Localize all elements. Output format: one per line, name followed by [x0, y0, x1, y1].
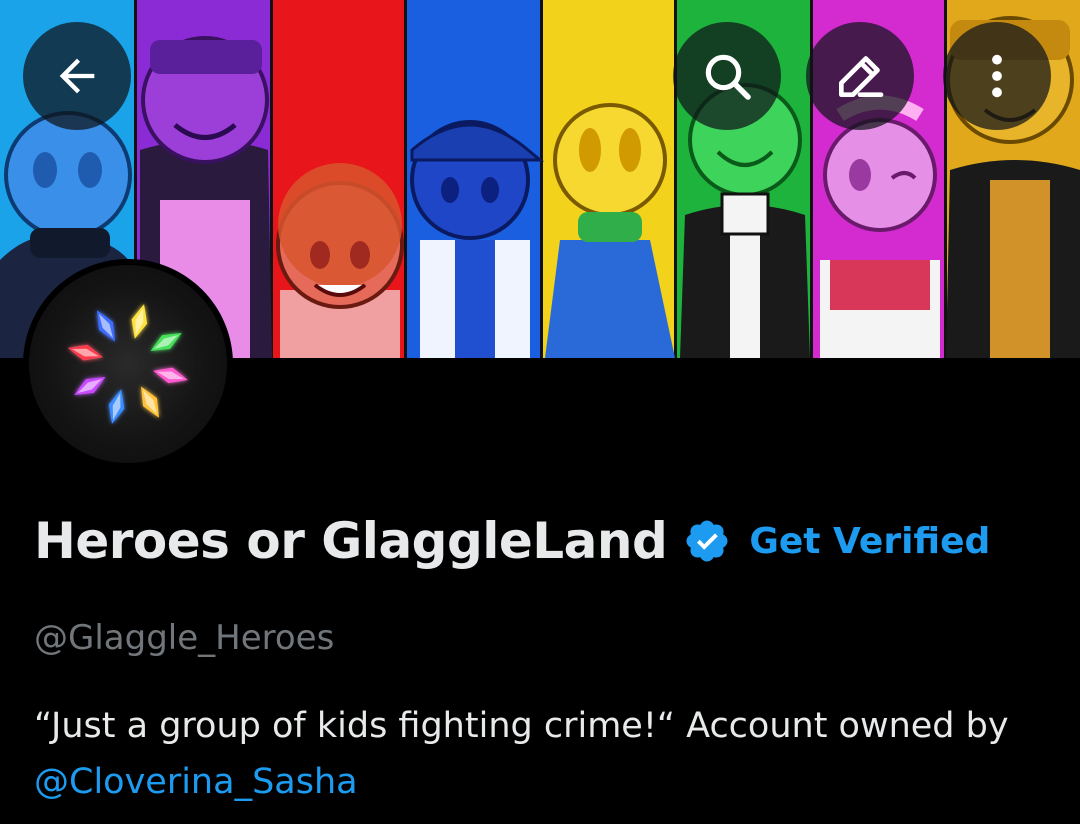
profile-avatar[interactable] — [23, 259, 233, 469]
avatar-image — [29, 265, 227, 463]
profile-bio: “Just a group of kids fighting crime!“ A… — [34, 698, 1044, 810]
character-blue-cap — [410, 120, 545, 358]
edit-button[interactable] — [806, 22, 914, 130]
more-vertical-icon — [992, 54, 1002, 98]
pencil-icon — [839, 56, 884, 97]
bio-mention-link[interactable]: @Cloverina_Sasha — [34, 762, 358, 802]
search-icon — [705, 54, 751, 100]
display-name: Heroes or GlaggleLand — [34, 512, 668, 570]
search-button[interactable] — [673, 22, 781, 130]
more-options-button[interactable] — [943, 22, 1051, 130]
back-button[interactable] — [23, 22, 131, 130]
profile-handle: @Glaggle_Heroes — [34, 618, 335, 658]
rainbow-gem-logo-icon — [68, 304, 188, 424]
arrow-left-icon — [59, 58, 95, 94]
verified-badge-icon[interactable] — [683, 517, 731, 565]
character-red — [276, 163, 404, 358]
profile-name-row: Heroes or GlaggleLand Get Verified — [34, 512, 990, 570]
bio-text: “Just a group of kids fighting crime!“ A… — [34, 706, 1009, 746]
get-verified-link[interactable]: Get Verified — [749, 521, 990, 562]
